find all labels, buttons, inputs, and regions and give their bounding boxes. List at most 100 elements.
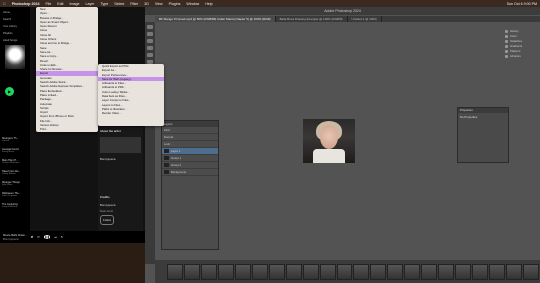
move-tool-icon[interactable] [147,25,153,29]
sidebar-item-search[interactable]: Search [3,18,27,24]
layer-row[interactable]: Group 1 [162,155,218,162]
sidebar-item-home[interactable]: Home [3,11,27,17]
shuffle-icon[interactable]: ⇄ [31,235,33,239]
patterns-icon [505,50,508,53]
layer-row[interactable]: Group 2 [162,162,218,169]
menu-edit[interactable]: Edit [57,2,63,6]
tab-document-1[interactable]: BF Mange Trimmed.mp4 @ 50% (RGB/8#) Coll… [155,16,276,22]
timeline-frame[interactable] [302,264,319,280]
credit-name[interactable]: Bonnyspeca [98,201,143,209]
blend-mode-select[interactable]: Normal [162,134,218,141]
credit-role: Main Artist [100,209,114,213]
folder-icon [164,156,169,160]
properties-panel: Properties No Properties [457,107,509,163]
menu-file[interactable]: File [45,2,51,6]
menu-item[interactable]: Print One Copy [36,132,98,136]
sidebar-item-library[interactable]: Your Library [3,25,27,31]
swatches-icon [505,40,508,43]
list-item[interactable]: Main Title (H... Charles Bernstein [2,159,29,167]
layer-row[interactable]: Background [162,169,218,176]
photoshop-window: Adobe Photoshop 2024 BF Mange Trimmed.mp… [145,7,540,283]
pause-button[interactable]: ❚❚ [43,235,51,239]
list-item[interactable]: Georgia Found Kenny Beats [2,148,29,156]
previous-icon[interactable]: ⏮ [37,235,40,239]
list-item[interactable]: The Conjuring Joseph Bishara [2,203,29,211]
menu-item[interactable]: Render Video... [98,111,164,115]
list-item[interactable]: Stranger Things Kyle Dixon [2,181,29,189]
clock[interactable]: Sun Oct 6 9:00 PM [507,2,537,6]
list-item[interactable]: Tales From the... Danny Elfman [2,170,29,178]
timeline-frame[interactable] [183,264,200,280]
menu-image[interactable]: Image [69,2,79,6]
portrait-collar [313,149,345,163]
tab-document-2[interactable]: Bella Boca Drawing Example @ 100% (RGB/8… [276,16,348,22]
window-title: Adobe Photoshop 2024 [145,7,540,15]
timeline-frame[interactable] [523,264,539,280]
timeline-frame[interactable] [268,264,285,280]
app-menu[interactable]: Photoshop 2024 [12,2,40,6]
menu-select[interactable]: Select [114,2,124,6]
artist-image[interactable] [100,137,141,153]
quick-select-tool-icon[interactable] [147,46,153,50]
timeline-frame[interactable] [370,264,387,280]
panel-dock: History Color Swatches Gradients Pattern… [505,29,538,61]
timeline-frame[interactable] [336,264,353,280]
timeline-frame[interactable] [387,264,404,280]
menu-3d[interactable]: 3D [144,2,149,6]
layers-panel: Layers Kind Normal Lock: Layer 1 Group 1… [161,120,219,250]
timeline-frame[interactable] [251,264,268,280]
menu-plugins[interactable]: Plugins [169,2,181,6]
layer-filter[interactable]: Kind [162,127,218,134]
canvas-image[interactable] [303,119,355,163]
menu-view[interactable]: View [155,2,163,6]
play-button[interactable]: ▶ [5,87,14,96]
libraries-icon [505,55,508,58]
menu-window[interactable]: Window [186,2,199,6]
timeline-frame[interactable] [455,264,472,280]
menu-bar:  Photoshop 2024 File Edit Image Layer T… [0,0,540,7]
export-submenu: Quick Export as PNG Export As... Export Pr… [98,64,164,126]
file-menu: New Open... Browse in Bridge... Open as Sma… [36,7,98,136]
timeline-frame[interactable] [167,264,183,280]
spotify-sidebar: Home Search Your Library Playlists Liked… [0,7,30,238]
credits-heading: Credits [100,195,110,199]
timeline-frame[interactable] [319,264,336,280]
panel-libraries[interactable]: Libraries [505,54,538,59]
timeline-frame[interactable] [421,264,438,280]
apple-icon[interactable]:  [3,2,6,6]
about-artist-heading: About the artist [100,129,121,133]
lasso-tool-icon[interactable] [147,39,153,43]
timeline-frame[interactable] [285,264,302,280]
timeline-frame[interactable] [506,264,523,280]
menu-filter[interactable]: Filter [130,2,138,6]
next-icon[interactable]: ⏭ [54,235,57,239]
document-tabs: BF Mange Trimmed.mp4 @ 50% (RGB/8#) Coll… [155,16,540,22]
timeline-frame[interactable] [234,264,251,280]
playlist-cover[interactable] [5,45,25,69]
list-item[interactable]: Strangers Th... Various [2,137,29,145]
history-icon [505,30,508,33]
timeline-frame[interactable] [472,264,489,280]
layer-row[interactable]: Layer 1 [162,148,218,155]
lock-options[interactable]: Lock: [162,141,218,148]
portrait-face [320,125,338,149]
timeline-frame[interactable] [200,264,217,280]
repeat-icon[interactable]: ↻ [61,235,63,239]
list-item[interactable]: Halloween The... John Carpenter [2,192,29,200]
timeline-frame[interactable] [489,264,506,280]
follow-button[interactable]: Follow [100,215,115,225]
now-playing-artist[interactable]: Bonnyspeca [3,237,27,241]
artist-name[interactable]: Bonnyspeca [98,155,143,163]
sidebar-item-playlists[interactable]: Playlists [3,32,27,38]
crop-tool-icon[interactable] [147,53,153,57]
timeline-frame[interactable] [438,264,455,280]
timeline-frame[interactable] [404,264,421,280]
menu-type[interactable]: Type [100,2,108,6]
tab-document-3[interactable]: Untitled-1 @ 100% [348,16,382,22]
menu-help[interactable]: Help [205,2,212,6]
timeline-frames [167,264,539,280]
marquee-tool-icon[interactable] [147,32,153,36]
timeline-frame[interactable] [217,264,234,280]
menu-layer[interactable]: Layer [85,2,94,6]
timeline-frame[interactable] [353,264,370,280]
